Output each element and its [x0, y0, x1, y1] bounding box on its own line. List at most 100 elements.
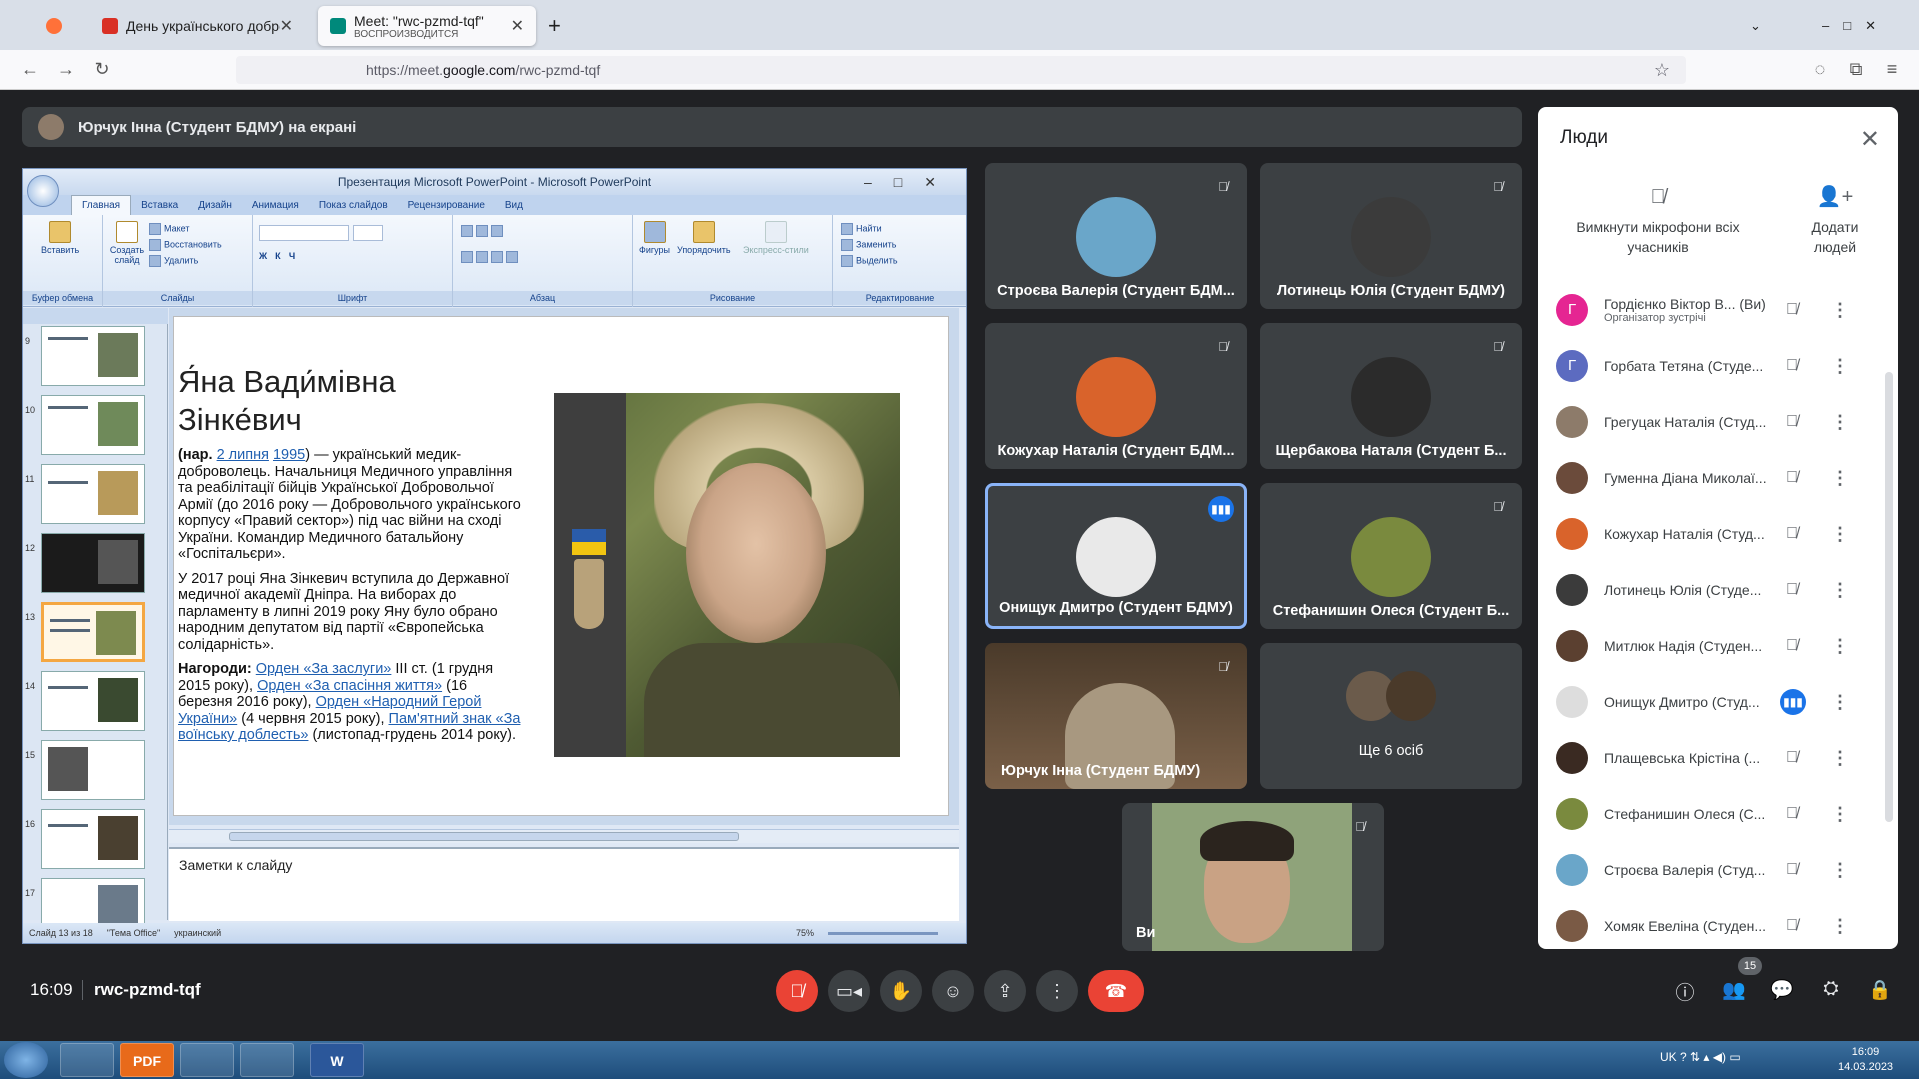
mic-off-icon[interactable]: 🎙̸: [1780, 357, 1804, 375]
replace-button[interactable]: Заменить: [841, 239, 896, 251]
participant-tile[interactable]: 🎙̸ Лотинець Юлія (Студент БДМУ): [1260, 163, 1522, 309]
address-bar[interactable]: https://meet. google.com/rwc-pzmd-tqf ☆: [236, 56, 1686, 84]
chrome-icon[interactable]: [180, 1043, 234, 1077]
explorer-icon[interactable]: [60, 1043, 114, 1077]
participant-row[interactable]: Строєва Валерія (Студ... 🎙̸ ⋮: [1556, 842, 1876, 898]
notes-pane[interactable]: Заметки к слайду: [169, 847, 959, 921]
office-button-icon[interactable]: [27, 175, 59, 207]
award-link[interactable]: Орден «За заслуги»: [256, 661, 392, 677]
font-name-field[interactable]: [259, 225, 349, 241]
close-tab-icon[interactable]: ✕: [280, 16, 293, 36]
more-options-icon[interactable]: ⋮: [1828, 804, 1852, 825]
ribbon-tab-animation[interactable]: Анимация: [242, 200, 309, 211]
mic-off-icon[interactable]: 🎙̸: [1780, 525, 1804, 543]
tab-meet[interactable]: Meet: "rwc-pzmd-tqf" ВОСПРОИЗВОДИТСЯ ✕: [318, 6, 536, 46]
ribbon-tab-home[interactable]: Главная: [71, 195, 132, 215]
camera-toggle-button[interactable]: ▭◂: [828, 970, 870, 1012]
ribbon-tab-review[interactable]: Рецензирование: [398, 200, 495, 211]
more-options-icon[interactable]: ⋮: [1828, 580, 1852, 601]
participant-tile[interactable]: 🎙̸ Кожухар Наталія (Студент БДМ...: [985, 323, 1247, 469]
present-screen-button[interactable]: ⇪: [984, 970, 1026, 1012]
slide-title[interactable]: Я́на Вади́мівна Зінке́вич: [178, 363, 478, 439]
ppt-window-controls[interactable]: –□✕: [864, 169, 958, 195]
horizontal-scrollbar[interactable]: [169, 829, 959, 843]
list-tabs-icon[interactable]: ⌄: [1738, 6, 1773, 46]
firefox-icon[interactable]: [240, 1043, 294, 1077]
forward-icon[interactable]: →: [48, 59, 84, 80]
pocket-icon[interactable]: ◌: [1802, 59, 1838, 80]
mic-off-icon[interactable]: 🎙̸: [1780, 637, 1804, 655]
system-tray[interactable]: UK ? ⇅ ▴ ◀) ▭: [1660, 1050, 1741, 1064]
select-button[interactable]: Выделить: [841, 255, 898, 267]
back-icon[interactable]: ←: [12, 59, 48, 80]
quick-styles-button[interactable]: Экспресс-стили: [743, 221, 809, 255]
font-size-field[interactable]: [353, 225, 383, 241]
participant-tile[interactable]: 🎙̸ Строєва Валерія (Студент БДМ...: [985, 163, 1247, 309]
window-controls[interactable]: –□✕: [1810, 6, 1910, 46]
self-view-tile[interactable]: 🎙̸ Ви: [1122, 803, 1384, 951]
mic-off-icon[interactable]: 🎙̸: [1780, 581, 1804, 599]
mic-off-icon[interactable]: 🎙̸: [1780, 301, 1804, 319]
bookmark-star-icon[interactable]: ☆: [1654, 60, 1670, 81]
tab-gmail[interactable]: День українського добровольця ✕: [90, 6, 305, 46]
birth-day-link[interactable]: 2 липня: [217, 447, 269, 463]
meeting-details-icon[interactable]: ⓘ: [1671, 978, 1699, 1005]
people-scrollbar[interactable]: [1884, 282, 1894, 949]
extensions-icon[interactable]: ⧉: [1838, 59, 1874, 80]
mic-toggle-button[interactable]: 🎙̸: [776, 970, 818, 1012]
zoom-level[interactable]: 75%: [796, 928, 814, 938]
participant-row[interactable]: Стефанишин Олеся (С... 🎙̸ ⋮: [1556, 786, 1876, 842]
zoom-slider[interactable]: [828, 931, 938, 935]
ribbon-tab-view[interactable]: Вид: [495, 200, 533, 211]
mic-off-icon[interactable]: 🎙̸: [1780, 413, 1804, 431]
mic-off-icon[interactable]: 🎙̸: [1780, 805, 1804, 823]
more-options-icon[interactable]: ⋮: [1828, 468, 1852, 489]
ribbon-tab-insert[interactable]: Вставка: [131, 200, 188, 211]
slide-thumbnail[interactable]: [41, 533, 145, 593]
more-options-icon[interactable]: ⋮: [1828, 916, 1852, 937]
more-options-button[interactable]: ⋮: [1036, 970, 1078, 1012]
shapes-button[interactable]: Фигуры: [639, 221, 670, 255]
more-options-icon[interactable]: ⋮: [1828, 300, 1852, 321]
layout-button[interactable]: Макет: [149, 223, 189, 235]
more-options-icon[interactable]: ⋮: [1828, 748, 1852, 769]
activities-icon[interactable]: ⛭: [1817, 978, 1845, 1000]
word-icon[interactable]: W: [310, 1043, 364, 1077]
participant-tile-video[interactable]: 🎙̸ Юрчук Інна (Студент БДМУ): [985, 643, 1247, 789]
participant-row[interactable]: Г Гордієнко Віктор В... (Ви) Організатор …: [1556, 282, 1876, 338]
paste-button[interactable]: Вставить: [41, 221, 79, 255]
participant-tile[interactable]: 🎙̸ Щербакова Наталя (Студент Б...: [1260, 323, 1522, 469]
more-options-icon[interactable]: ⋮: [1828, 356, 1852, 377]
delete-slide-button[interactable]: Удалить: [149, 255, 198, 267]
scroll-thumb[interactable]: [1885, 372, 1893, 822]
mic-off-icon[interactable]: 🎙̸: [1780, 917, 1804, 935]
mic-off-icon[interactable]: 🎙̸: [1780, 861, 1804, 879]
slide-thumbnail[interactable]: [41, 326, 145, 386]
mic-off-icon[interactable]: 🎙̸: [1780, 469, 1804, 487]
slide-body-text[interactable]: (нар. 2 липня 1995) — український медик-…: [178, 447, 523, 752]
current-slide[interactable]: Я́на Вади́мівна Зінке́вич (нар. 2 липня …: [173, 316, 949, 816]
more-options-icon[interactable]: ⋮: [1828, 692, 1852, 713]
slide-thumbnail-selected[interactable]: [41, 602, 145, 662]
find-button[interactable]: Найти: [841, 223, 882, 235]
slide-thumbnail[interactable]: [41, 740, 145, 800]
close-icon[interactable]: ✕: [1860, 125, 1880, 154]
mic-off-icon[interactable]: 🎙̸: [1780, 749, 1804, 767]
slide-thumbnail[interactable]: [41, 395, 145, 455]
mute-all-button[interactable]: 🎙̸ Вимкнути мікрофони всіх учасників: [1568, 187, 1748, 257]
participant-row[interactable]: Г Горбата Тетяна (Студе... 🎙̸ ⋮: [1556, 338, 1876, 394]
birth-year-link[interactable]: 1995: [273, 447, 305, 463]
new-tab-button[interactable]: +: [548, 6, 572, 46]
align-buttons[interactable]: [461, 251, 521, 263]
slide-portrait-image[interactable]: [554, 393, 900, 757]
scroll-thumb[interactable]: [229, 832, 739, 841]
taskbar-clock[interactable]: 16:09 14.03.2023: [1838, 1045, 1893, 1075]
menu-icon[interactable]: ≡: [1874, 59, 1910, 80]
end-call-button[interactable]: ☎: [1088, 970, 1144, 1012]
slide-thumbnail[interactable]: [41, 464, 145, 524]
participant-row[interactable]: Плащевська Крістіна (... 🎙̸ ⋮: [1556, 730, 1876, 786]
ribbon-tab-slideshow[interactable]: Показ слайдов: [309, 200, 398, 211]
participant-row[interactable]: Лотинець Юлія (Студе... 🎙̸ ⋮: [1556, 562, 1876, 618]
new-slide-button[interactable]: Создать слайд: [109, 221, 145, 265]
more-options-icon[interactable]: ⋮: [1828, 412, 1852, 433]
